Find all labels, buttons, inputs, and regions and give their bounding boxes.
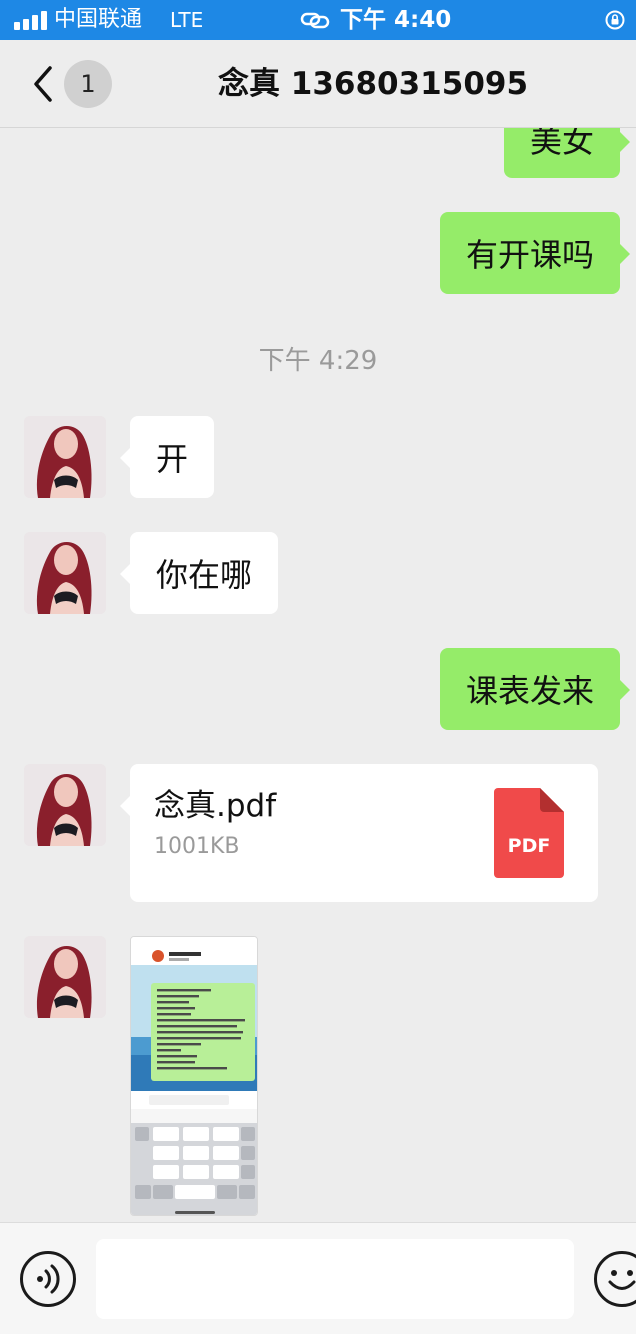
pdf-icon-label: PDF	[508, 835, 551, 857]
contact-avatar[interactable]	[24, 764, 106, 846]
file-message-card[interactable]: 念真.pdf 1001KB PDF	[120, 764, 598, 902]
outgoing-message-bubble[interactable]: 有开课吗	[439, 212, 631, 294]
contact-avatar[interactable]	[24, 936, 106, 1018]
unread-count-badge[interactable]: 1	[64, 60, 112, 108]
hotspot-link-icon	[300, 12, 330, 29]
back-chevron-icon[interactable]	[26, 62, 62, 106]
pdf-file-icon: PDF	[494, 788, 564, 878]
message-text: 美女	[529, 128, 594, 160]
message-text: 有开课吗	[465, 236, 594, 274]
rotation-lock-icon	[605, 10, 625, 30]
contact-avatar[interactable]	[24, 532, 106, 614]
file-size: 1001KB	[154, 834, 240, 859]
network-type: LTE	[170, 8, 204, 32]
message-timestamp: 下午 4:29	[258, 346, 378, 376]
emoji-icon[interactable]	[594, 1251, 636, 1307]
message-text: 课表发来	[465, 672, 594, 710]
outgoing-message-bubble[interactable]: 课表发来	[439, 648, 631, 730]
image-message-thumbnail[interactable]	[130, 936, 258, 1216]
chat-header: 1 念真 13680315095	[0, 40, 636, 128]
outgoing-message-bubble[interactable]: 美女	[503, 128, 631, 178]
status-bar: 中国联通 LTE 下午 4:40	[0, 0, 636, 40]
clock-time: 下午 4:40	[340, 7, 452, 33]
signal-icon	[14, 10, 47, 30]
chat-title: 念真 13680315095	[217, 66, 529, 102]
incoming-message-bubble[interactable]: 开	[119, 416, 215, 498]
carrier-name: 中国联通	[54, 7, 143, 32]
message-list[interactable]: 美女 有开课吗 下午 4:29 开 你在哪 课表发来 念真.pdf 1001KB…	[0, 128, 636, 1222]
message-input[interactable]	[96, 1239, 574, 1319]
incoming-message-bubble[interactable]: 你在哪	[119, 532, 279, 614]
contact-avatar[interactable]	[24, 416, 106, 498]
message-input-bar	[0, 1222, 636, 1334]
file-name: 念真.pdf	[154, 788, 277, 824]
message-text: 你在哪	[156, 556, 253, 594]
voice-icon[interactable]	[20, 1251, 76, 1307]
message-text: 开	[156, 440, 189, 478]
